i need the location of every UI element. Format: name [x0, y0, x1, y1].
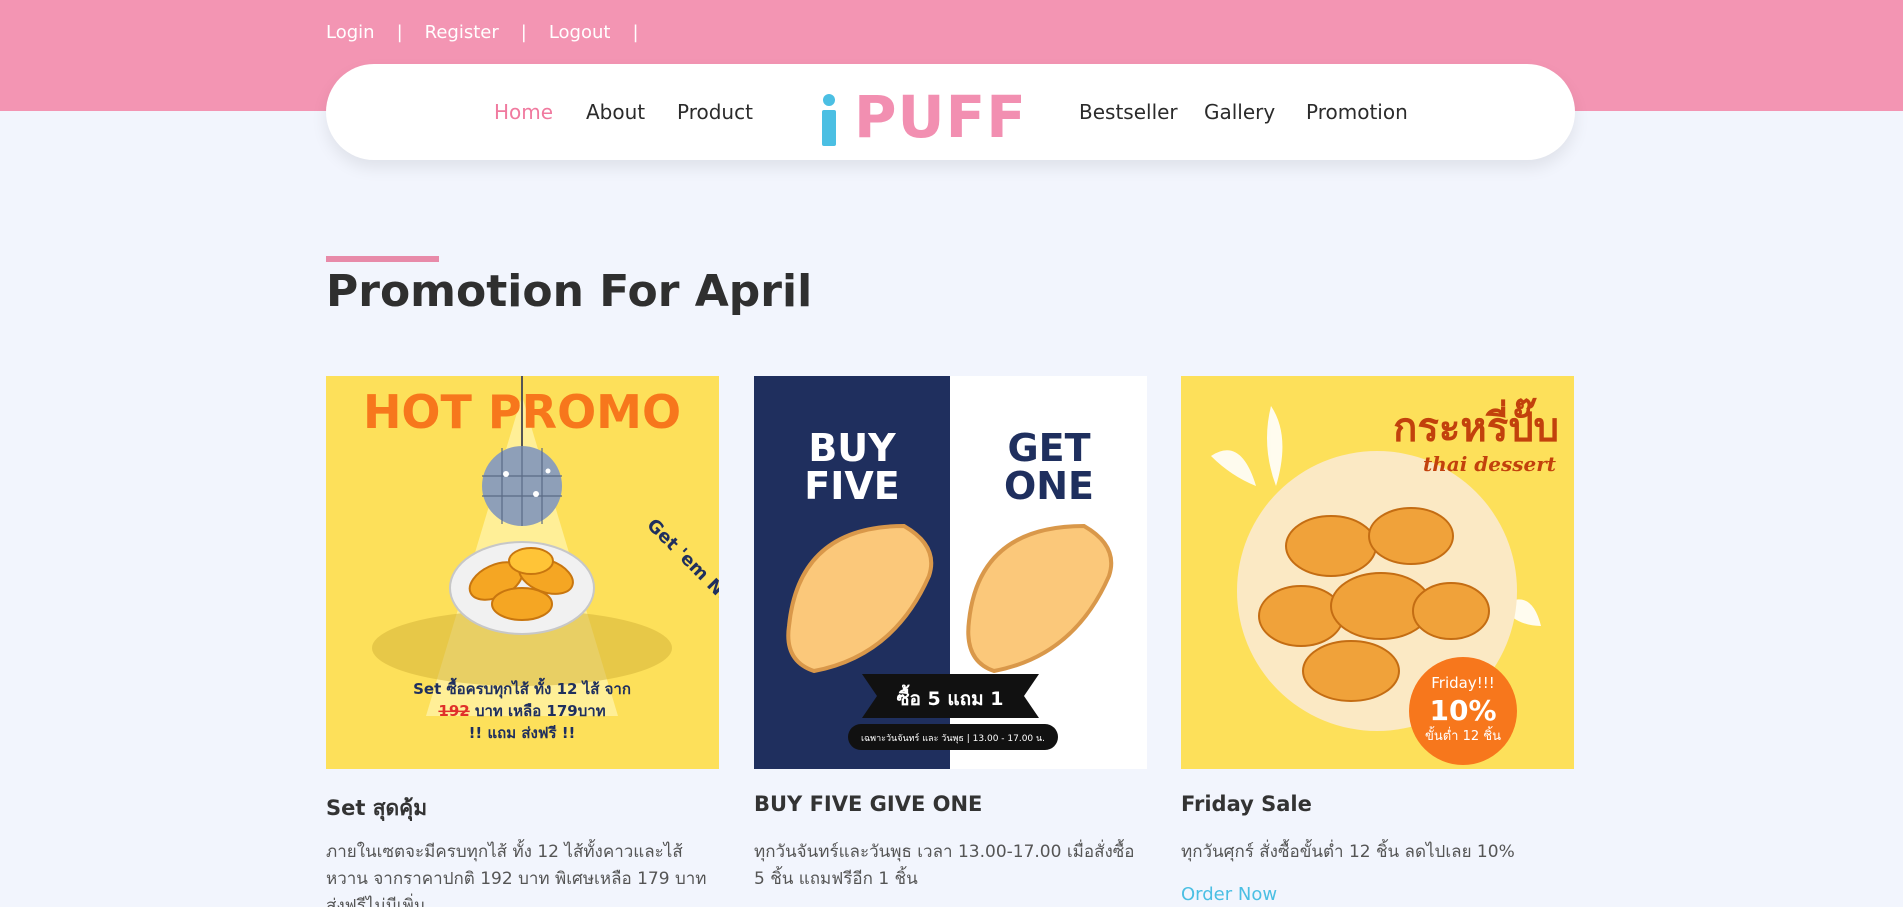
schedule-badge: เฉพาะวันจันทร์ และ วันพุธ | 13.00 - 17.0… [861, 732, 1045, 744]
order-now-link[interactable]: Order Now [1181, 884, 1277, 905]
nav-gallery[interactable]: Gallery [1204, 100, 1275, 124]
separator: | [520, 22, 527, 43]
promo-card-set: HOT PROMO Get 'em Now! Set ซื้อครบทุกไส้… [326, 376, 719, 907]
auth-bar: Login | Register | Logout | [326, 22, 661, 43]
card-title: BUY FIVE GIVE ONE [754, 792, 983, 816]
ipuff-logo[interactable]: PUFF [822, 76, 1027, 146]
friday-badge-line3: ขั้นต่ำ 12 ชิ้น [1425, 726, 1501, 744]
nav-product[interactable]: Product [677, 100, 753, 124]
friday-badge-line1: Friday!!! [1431, 674, 1495, 692]
card-description: ทุกวันศุกร์ สั่งซื้อขั้นต่ำ 12 ชิ้น ลดไป… [1181, 842, 1515, 862]
friday-badge-line2: 10% [1429, 694, 1496, 727]
card-title: Friday Sale [1181, 792, 1312, 816]
separator: | [396, 22, 403, 43]
logo-text: PUFF [854, 83, 1027, 151]
card-title: Set สุดคุ้ม [326, 796, 428, 820]
promo-image-buy-five[interactable]: BUY FIVE GET ONE ซื้อ 5 แถม 1 เฉพาะวันจั… [754, 376, 1147, 769]
promo-card-friday: กระหรี่ปั๊บ thai dessert Friday!!! 10% ข… [1181, 376, 1574, 905]
five-text: FIVE [804, 464, 899, 508]
nav-promotion[interactable]: Promotion [1306, 100, 1408, 124]
page-title: Promotion For April [326, 266, 813, 317]
promo-line-2: บาท เหลือ 179บาท [470, 702, 606, 720]
old-price: 192 [438, 702, 469, 720]
main-nav: Home About Product PUFF Bestseller Galle… [326, 64, 1575, 160]
promo-image-friday-sale[interactable]: กระหรี่ปั๊บ thai dessert Friday!!! 10% ข… [1181, 376, 1574, 769]
nav-about[interactable]: About [586, 100, 645, 124]
separator: | [632, 22, 639, 43]
promo-line-3: !! แถม ส่งฟรี !! [469, 724, 576, 742]
logo-i-mark [822, 94, 836, 146]
promo-card-buy-five: BUY FIVE GET ONE ซื้อ 5 แถม 1 เฉพาะวันจั… [754, 376, 1147, 889]
thai-dessert-subtitle: thai dessert [1423, 452, 1557, 476]
logout-link[interactable]: Logout [549, 22, 611, 43]
hot-promo-headline: HOT PROMO [363, 385, 681, 439]
promo-line-1: Set ซื้อครบทุกไส้ ทั้ง 12 ไส้ จาก [413, 677, 631, 699]
register-link[interactable]: Register [425, 22, 499, 43]
thai-title: กระหรี่ปั๊บ [1393, 398, 1559, 451]
ribbon-text: ซื้อ 5 แถม 1 [897, 684, 1004, 710]
card-description: ภายในเซตจะมีครบทุกไส้ ทั้ง 12 ไส้ทั้งคาว… [326, 842, 707, 907]
one-text: ONE [1004, 464, 1094, 508]
title-accent-line [326, 256, 439, 262]
login-link[interactable]: Login [326, 22, 375, 43]
promo-image-hot-promo[interactable]: HOT PROMO Get 'em Now! Set ซื้อครบทุกไส้… [326, 376, 719, 769]
card-description: ทุกวันจันทร์และวันพุธ เวลา 13.00-17.00 เ… [754, 842, 1135, 889]
nav-home[interactable]: Home [494, 100, 553, 124]
svg-text:192 บาท เหลือ 179บาท: 192 บาท เหลือ 179บาท [438, 702, 605, 720]
nav-bestseller[interactable]: Bestseller [1079, 100, 1178, 124]
